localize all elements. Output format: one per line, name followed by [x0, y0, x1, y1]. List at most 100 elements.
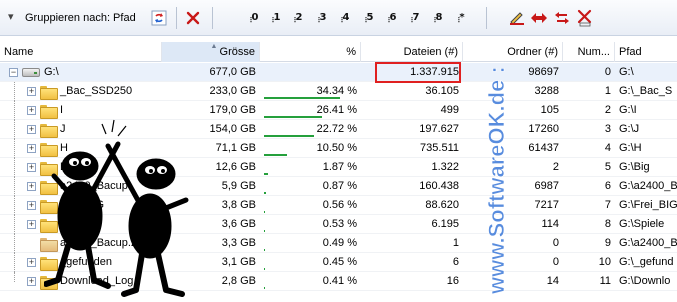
refresh-group-button[interactable]	[150, 9, 168, 27]
row-folders: 6987	[534, 180, 559, 192]
expand-icon[interactable]: +	[27, 182, 36, 191]
row-folders: 14	[546, 275, 559, 287]
row-percent: 1.87 %	[322, 161, 357, 173]
expand-icon[interactable]: +	[27, 258, 36, 267]
expand-level-5-button[interactable]: ⋮ 5	[361, 9, 379, 27]
row-size: 3,3 GB	[221, 237, 256, 249]
tree-row[interactable]: + _Bac_SSD250 233,0 GB 34.34 % 36.105 3288 1 G:…	[0, 82, 677, 101]
tree-row[interactable]: + I 179,0 GB 26.41 % 499 105 2 G:\I	[0, 101, 677, 120]
row-path: G:\	[619, 66, 634, 78]
column-header: Name ▲ Grösse % Dateien (#) Ordner (#) N…	[0, 42, 677, 62]
row-files: 1	[452, 237, 459, 249]
header-number[interactable]: Num...	[563, 42, 615, 62]
delete-column-icon	[577, 9, 592, 27]
expand-icon[interactable]: +	[27, 87, 36, 96]
percent-bar	[264, 135, 314, 137]
tree-row-root[interactable]: − G:\ 677,0 GB 1.337.915 98697 0 G:\	[0, 63, 677, 82]
row-size: 2,8 GB	[221, 275, 256, 287]
row-path: G:\Big	[619, 161, 650, 173]
edit-column-button[interactable]	[508, 9, 526, 27]
row-size: 3,6 GB	[221, 218, 256, 230]
collapse-icon[interactable]: −	[9, 68, 18, 77]
expand-icon[interactable]: +	[27, 125, 36, 134]
tree-row[interactable]: + _gefunden 3,1 GB 0.45 % 6 0 10 G:\_gefund	[0, 253, 677, 272]
row-size: 154,0 GB	[209, 123, 256, 135]
row-name: Download_Log	[60, 275, 134, 287]
tree-connector	[14, 215, 15, 234]
row-size: 12,6 GB	[215, 161, 256, 173]
tree-connector	[14, 120, 15, 139]
row-percent: 0.87 %	[322, 180, 357, 192]
tree-row[interactable]: + Spiele 3,6 GB 0.53 % 6.195 114 8 G:\Spiele	[0, 215, 677, 234]
folder-icon	[40, 276, 58, 290]
percent-bar	[264, 97, 340, 99]
folder-icon	[40, 181, 58, 195]
remove-column-button[interactable]	[576, 9, 594, 27]
row-files: 1.337.915	[410, 66, 459, 78]
folder-icon	[40, 219, 58, 233]
tree-row[interactable]: + J 154,0 GB 22.72 % 197.627 17260 3 G:\J	[0, 120, 677, 139]
level-3-icon: ⋮ 3	[315, 12, 327, 24]
row-number: 6	[604, 180, 611, 192]
row-percent: 0.49 %	[322, 237, 357, 249]
expand-level-8-button[interactable]: ⋮ 8	[430, 9, 448, 27]
row-size: 233,0 GB	[209, 85, 256, 97]
expand-icon[interactable]: +	[27, 220, 36, 229]
expand-level-2-button[interactable]: ⋮ 2	[290, 9, 308, 27]
row-number: 9	[604, 237, 611, 249]
row-size: 71,1 GB	[215, 142, 256, 154]
expand-icon[interactable]: +	[27, 201, 36, 210]
tree-connector	[14, 82, 15, 101]
row-path: G:\J	[619, 123, 640, 135]
row-number: 10	[598, 256, 611, 268]
row-folders: 3288	[534, 85, 559, 97]
row-files: 499	[440, 104, 459, 116]
folder-icon	[40, 124, 58, 138]
swap-columns-button[interactable]	[553, 9, 571, 27]
ungroup-button[interactable]	[184, 9, 202, 27]
tree-row[interactable]: + H 71,1 GB 10.50 % 735.511 61437 4 G:\H	[0, 139, 677, 158]
tree-row[interactable]: + Big 12,6 GB 1.87 % 1.322 2 5 G:\Big	[0, 158, 677, 177]
row-name: a2400_Bacup.zip	[60, 237, 146, 249]
row-folders: 114	[541, 218, 559, 230]
row-folders: 105	[540, 104, 559, 116]
tree-row[interactable]: + Download_Log 2,8 GB 0.41 % 16 14 11 G:\Downlo	[0, 272, 677, 291]
tree-row[interactable]: +a2400_Bacup.zip3,3 GB0.49 %109G:\a2400_…	[0, 234, 677, 253]
header-folders[interactable]: Ordner (#)	[463, 42, 563, 62]
tree-row[interactable]: + Frei_BIG 3,8 GB 0.56 % 88.620 7217 7 G:\Frei_…	[0, 196, 677, 215]
expand-level-1-button[interactable]: ⋮ 1	[268, 9, 286, 27]
expand-level-3-button[interactable]: ⋮ 3	[314, 9, 332, 27]
tree-row[interactable]: + a2400_Bacup 5,9 GB 0.87 % 160.438 6987 6 G:\a…	[0, 177, 677, 196]
header-path[interactable]: Pfad	[615, 42, 677, 62]
expand-level-0-button[interactable]: ⋮ 0	[246, 9, 264, 27]
expand-icon[interactable]: +	[27, 163, 36, 172]
expand-level-7-button[interactable]: ⋮ 7	[407, 9, 425, 27]
tree-list: − G:\ 677,0 GB 1.337.915 98697 0 G:\ + _Bac_SSD2…	[0, 63, 677, 291]
pencil-icon	[510, 12, 524, 25]
column-width-button[interactable]	[530, 9, 548, 27]
expand-all-button[interactable]: ⋮ *	[453, 9, 471, 27]
percent-bar	[264, 116, 323, 118]
row-percent: 0.41 %	[322, 275, 357, 287]
chevron-down-icon[interactable]: ▾	[8, 12, 14, 23]
header-files[interactable]: Dateien (#)	[361, 42, 463, 62]
group-by-label[interactable]: Gruppieren nach: Pfad	[25, 12, 136, 24]
expand-icon[interactable]: +	[27, 144, 36, 153]
expand-level-6-button[interactable]: ⋮ 6	[384, 9, 402, 27]
toolbar-separator	[212, 7, 213, 29]
expand-icon[interactable]: +	[27, 277, 36, 286]
row-path: G:\Spiele	[619, 218, 665, 230]
header-percent[interactable]: %	[260, 42, 361, 62]
row-path: G:\Downlo	[619, 275, 671, 287]
row-folders: 0	[552, 237, 559, 249]
row-number: 2	[604, 104, 611, 116]
header-size[interactable]: ▲ Grösse	[162, 42, 260, 62]
expand-icon[interactable]: +	[27, 106, 36, 115]
percent-bar	[264, 249, 266, 251]
percent-bar	[264, 192, 266, 194]
row-files: 88.620	[425, 199, 459, 211]
row-percent: 0.45 %	[322, 256, 357, 268]
row-percent	[260, 63, 361, 82]
expand-level-4-button[interactable]: ⋮ 4	[337, 9, 355, 27]
header-name[interactable]: Name	[0, 42, 162, 62]
